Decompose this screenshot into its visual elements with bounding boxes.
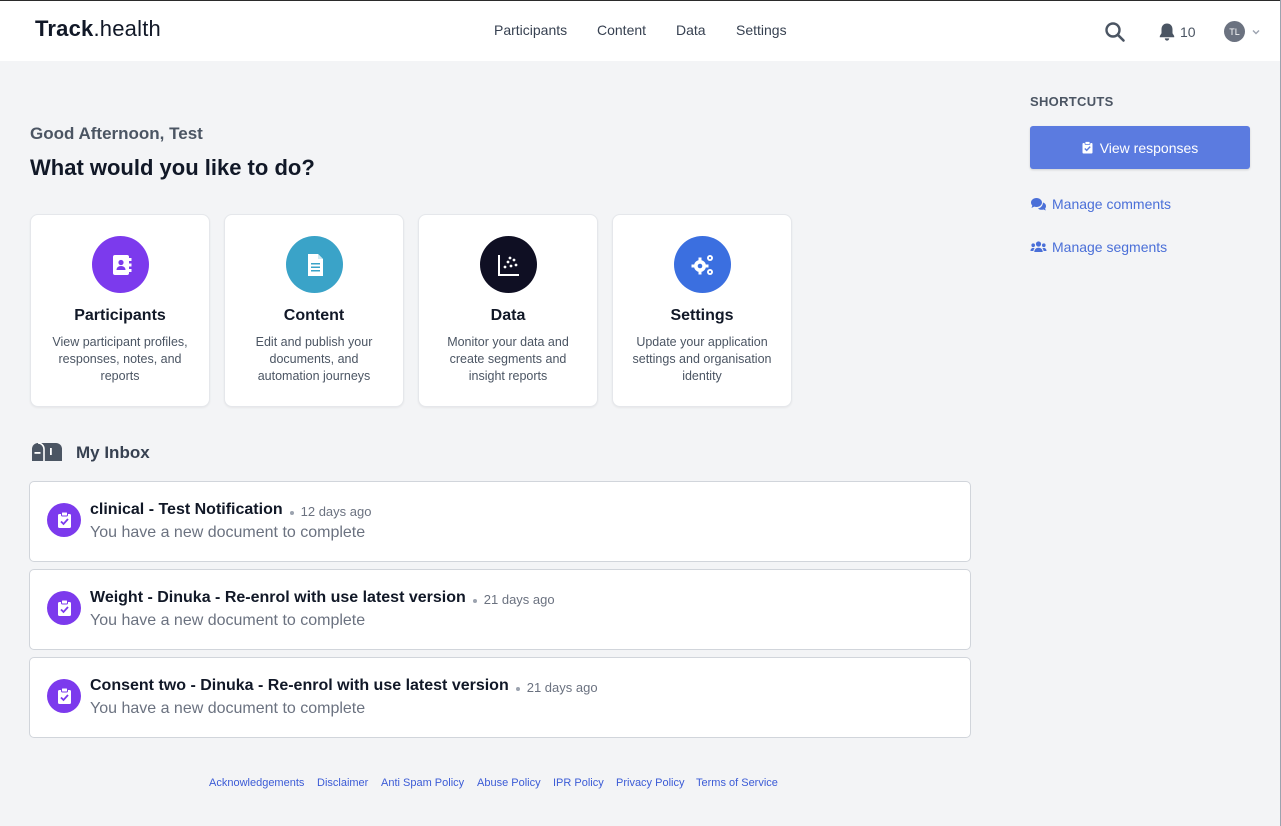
search-icon[interactable] (1104, 21, 1126, 43)
inbox-title: My Inbox (76, 443, 150, 462)
inbox-item-time: 12 days ago (300, 503, 372, 519)
footer-link-acknowledgements[interactable]: Acknowledgements (209, 777, 304, 789)
bell-icon (1159, 23, 1175, 41)
inbox-item-message: You have a new document to complete (90, 612, 366, 629)
inbox-item-time: 21 days ago (526, 679, 598, 695)
card-description: Update your application settings and org… (632, 335, 772, 383)
separator-dot (515, 687, 520, 691)
scatter-chart-icon (480, 236, 537, 293)
avatar: TL (1224, 21, 1245, 42)
account-menu[interactable]: TL (1224, 21, 1261, 42)
footer-link-privacy-policy[interactable]: Privacy Policy (616, 777, 684, 789)
greeting-text: Good Afternoon, Test (30, 124, 203, 143)
nav-participants[interactable]: Participants (494, 22, 567, 38)
comments-icon (1031, 198, 1046, 211)
contacts-book-icon (92, 236, 149, 293)
card-title: Settings (670, 307, 734, 324)
card-description: Edit and publish your documents, and aut… (255, 335, 373, 383)
separator-dot (472, 599, 477, 603)
view-responses-label: View responses (1099, 139, 1199, 156)
card-data[interactable]: Data Monitor your data and create segmen… (418, 214, 598, 407)
nav-content[interactable]: Content (597, 22, 646, 38)
inbox-item-message: You have a new document to complete (90, 524, 366, 541)
inbox-item-title: Consent two - Dinuka - Re-enrol with use… (90, 677, 509, 694)
footer-link-disclaimer[interactable]: Disclaimer (317, 777, 368, 789)
footer-links: Acknowledgements Disclaimer Anti Spam Po… (0, 777, 1000, 793)
manage-comments-label: Manage comments (1052, 196, 1172, 212)
view-responses-button[interactable]: View responses (1030, 126, 1250, 169)
shortcuts-heading: SHORTCUTS (1030, 94, 1114, 109)
manage-segments-link[interactable]: Manage segments (1030, 239, 1167, 255)
inbox-item[interactable]: Consent two - Dinuka - Re-enrol with use… (29, 657, 971, 738)
footer-link-anti-spam-policy[interactable]: Anti Spam Policy (381, 777, 464, 789)
card-content[interactable]: Content Edit and publish your documents,… (224, 214, 404, 407)
clipboard-check-icon (1082, 141, 1093, 154)
inbox-item-message: You have a new document to complete (90, 700, 366, 717)
chevron-down-icon (1252, 29, 1260, 34)
footer-link-abuse-policy[interactable]: Abuse Policy (477, 777, 541, 789)
card-title: Data (490, 307, 526, 324)
manage-comments-link[interactable]: Manage comments (1030, 196, 1171, 212)
nav-data[interactable]: Data (676, 22, 706, 38)
notifications-button[interactable]: 10 (1158, 21, 1196, 43)
mailbox-icon (32, 442, 62, 461)
document-icon (286, 236, 343, 293)
users-icon (1030, 241, 1047, 252)
inbox-item-title: clinical - Test Notification (90, 501, 283, 518)
inbox-item[interactable]: clinical - Test Notification 12 days ago … (29, 481, 971, 562)
main-nav: Participants Content Data Settings (0, 22, 1281, 42)
card-settings[interactable]: Settings Update your application setting… (612, 214, 792, 407)
card-description: Monitor your data and create segments an… (447, 335, 569, 383)
inbox-item[interactable]: Weight - Dinuka - Re-enrol with use late… (29, 569, 971, 650)
inbox-item-time: 21 days ago (483, 591, 555, 607)
separator-dot (289, 511, 294, 515)
clipboard-check-icon (47, 503, 81, 537)
inbox-item-title: Weight - Dinuka - Re-enrol with use late… (90, 589, 466, 606)
notification-count: 10 (1180, 24, 1196, 40)
gears-icon (674, 236, 731, 293)
inbox-header: My Inbox (30, 440, 150, 466)
footer-link-ipr-policy[interactable]: IPR Policy (553, 777, 604, 789)
nav-settings[interactable]: Settings (736, 22, 787, 38)
card-title: Content (283, 307, 345, 324)
footer-link-terms-of-service[interactable]: Terms of Service (696, 777, 778, 789)
card-description: View participant profiles, responses, no… (52, 335, 188, 383)
manage-segments-label: Manage segments (1052, 239, 1168, 255)
page-title: What would you like to do? (30, 155, 315, 180)
clipboard-check-icon (47, 679, 81, 713)
card-title: Participants (74, 307, 166, 324)
card-participants[interactable]: Participants View participant profiles, … (30, 214, 210, 407)
top-navigation-bar: Track.health Participants Content Data S… (0, 0, 1281, 61)
clipboard-check-icon (47, 591, 81, 625)
